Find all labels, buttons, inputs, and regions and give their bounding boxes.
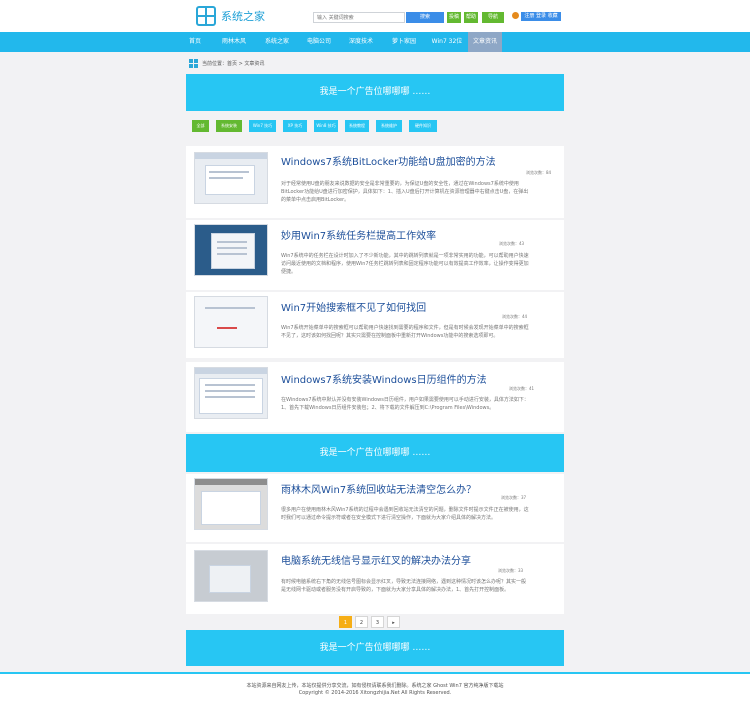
nav-item-ylmf[interactable]: 雨林木风 bbox=[212, 32, 256, 52]
nav-item-home[interactable]: 首页 bbox=[178, 32, 212, 52]
article-thumbnail[interactable] bbox=[194, 478, 268, 530]
search-input[interactable] bbox=[313, 12, 405, 23]
search-button[interactable]: 搜索 bbox=[406, 12, 444, 23]
article-views: 浏览次数：41 bbox=[509, 386, 535, 391]
article-summary: 有时候电脑系统右下角的无线信号图标会显示红叉，导致无法连接网络，遇到这种情况时该… bbox=[281, 579, 527, 593]
nav-item-win7-32[interactable]: Win7 32位 bbox=[426, 32, 468, 52]
article-views: 浏览次数：37 bbox=[501, 495, 527, 500]
article-card: Windows7系统安装Windows日历组件的方法 浏览次数：41 在Wind… bbox=[186, 362, 564, 432]
article-views: 浏览次数：33 bbox=[498, 568, 524, 573]
nav-item-articles[interactable]: 文章资讯 bbox=[468, 32, 502, 52]
article-summary: Win7系统开始菜单中的搜索框可以帮助用户快速找到需要的程序和文件，但是有时候会… bbox=[281, 325, 529, 339]
page-1[interactable]: 1 bbox=[339, 616, 352, 628]
article-title[interactable]: 雨林木风Win7系统回收站无法清空怎么办？ bbox=[281, 481, 476, 496]
site-logo[interactable]: 系统之家 bbox=[196, 6, 265, 26]
article-thumbnail[interactable] bbox=[194, 224, 268, 276]
footer-copyright: Copyright © 2014-2016 Xitongzhijia.Net A… bbox=[298, 690, 452, 696]
footer: 本站资源来自网友上传，本站仅提供分享交流，如有侵权请联系我们删除。系统之家 Gh… bbox=[0, 672, 750, 702]
article-thumbnail[interactable] bbox=[194, 550, 268, 602]
article-summary: 对于经常使用U盘的朋友来说数据的安全是非常重要的，为保证U盘的安全性，通过在Wi… bbox=[281, 181, 529, 203]
article-thumbnail[interactable] bbox=[194, 296, 268, 348]
help-button[interactable]: 帮助 bbox=[464, 12, 478, 23]
footer-disclaimer: 本站资源来自网友上传，本站仅提供分享交流，如有侵权请联系我们删除。系统之家 Gh… bbox=[246, 683, 504, 689]
next-page-button[interactable]: ▸ bbox=[387, 616, 400, 628]
article-summary: 很多用户在使用雨林木风Win7系统的过程中会遇到回收站无法清空的问题，删除文件时… bbox=[281, 507, 529, 521]
article-title[interactable]: Win7开始搜索框不见了如何找回 bbox=[281, 299, 426, 314]
logo-text: 系统之家 bbox=[221, 10, 265, 23]
tag-tutorial[interactable]: 系统教程 bbox=[345, 120, 369, 132]
breadcrumb: 当前位置：首页 > 文章资讯 bbox=[189, 58, 264, 68]
nav-item-dngs[interactable]: 电脑公司 bbox=[298, 32, 340, 52]
article-title[interactable]: Windows7系统安装Windows日历组件的方法 bbox=[281, 371, 487, 386]
tag-hardware[interactable]: 硬件知识 bbox=[409, 120, 437, 132]
main-nav: 首页 雨林木风 系统之家 电脑公司 深度技术 萝卜家园 Win7 32位 文章资… bbox=[0, 32, 750, 52]
article-summary: Win7系统中的任务栏在设计时加入了不少新功能，其中的跳转列表就是一项非常实用的… bbox=[281, 253, 529, 275]
ad-banner[interactable]: 我是一个广告位哪哪哪 …… bbox=[186, 74, 564, 111]
nav-item-sdjs[interactable]: 深度技术 bbox=[340, 32, 382, 52]
category-tags: 全部 系统安装 Win7 技巧 XP 技巧 Win8 技巧 系统教程 系统维护 … bbox=[192, 120, 437, 132]
nav-item-xtzj[interactable]: 系统之家 bbox=[256, 32, 298, 52]
tag-win7[interactable]: Win7 技巧 bbox=[249, 120, 276, 132]
tag-maintenance[interactable]: 系统维护 bbox=[376, 120, 402, 132]
breadcrumb-text: 当前位置：首页 > 文章资讯 bbox=[202, 60, 265, 67]
article-card: Windows7系统BitLocker功能给U盘加密的方法 浏览次数：84 对于… bbox=[186, 146, 564, 218]
windows-logo-icon bbox=[196, 6, 216, 26]
submit-button[interactable]: 投稿 bbox=[447, 12, 461, 23]
navigation-button[interactable]: 导航 bbox=[482, 12, 504, 23]
article-card: 妙用Win7系统任务栏提高工作效率 浏览次数：43 Win7系统中的任务栏在设计… bbox=[186, 220, 564, 290]
tag-install[interactable]: 系统安装 bbox=[216, 120, 242, 132]
article-views: 浏览次数：84 bbox=[526, 170, 552, 175]
article-card: Win7开始搜索框不见了如何找回 浏览次数：44 Win7系统开始菜单中的搜索框… bbox=[186, 292, 564, 358]
article-card: 雨林木风Win7系统回收站无法清空怎么办？ 浏览次数：37 很多用户在使用雨林木… bbox=[186, 474, 564, 542]
tag-win8[interactable]: Win8 技巧 bbox=[314, 120, 338, 132]
article-views: 浏览次数：43 bbox=[499, 241, 525, 246]
ad-banner[interactable]: 我是一个广告位哪哪哪 …… bbox=[186, 630, 564, 666]
article-thumbnail[interactable] bbox=[194, 152, 268, 204]
article-title[interactable]: 电脑系统无线信号显示红叉的解决办法分享 bbox=[281, 552, 471, 567]
grid-icon bbox=[189, 58, 198, 68]
article-views: 浏览次数：44 bbox=[502, 314, 528, 319]
page-3[interactable]: 3 bbox=[371, 616, 384, 628]
page-2[interactable]: 2 bbox=[355, 616, 368, 628]
article-thumbnail[interactable] bbox=[194, 367, 268, 419]
nav-item-lbjy[interactable]: 萝卜家园 bbox=[382, 32, 426, 52]
article-title[interactable]: 妙用Win7系统任务栏提高工作效率 bbox=[281, 227, 436, 242]
login-register-button[interactable]: 注册 登录 收藏 bbox=[521, 12, 561, 21]
pagination: 1 2 3 ▸ bbox=[339, 616, 400, 628]
article-card: 电脑系统无线信号显示红叉的解决办法分享 浏览次数：33 有时候电脑系统右下角的无… bbox=[186, 544, 564, 614]
user-icon bbox=[512, 12, 519, 19]
article-title[interactable]: Windows7系统BitLocker功能给U盘加密的方法 bbox=[281, 153, 496, 168]
header: 系统之家 搜索 投稿 帮助 导航 注册 登录 收藏 bbox=[0, 0, 750, 32]
tag-xp[interactable]: XP 技巧 bbox=[283, 120, 307, 132]
ad-banner[interactable]: 我是一个广告位哪哪哪 …… bbox=[186, 434, 564, 472]
article-summary: 在Windows7系统中默认并没有安装Windows日历组件，用户如果需要使用可… bbox=[281, 397, 529, 411]
tag-all[interactable]: 全部 bbox=[192, 120, 209, 132]
